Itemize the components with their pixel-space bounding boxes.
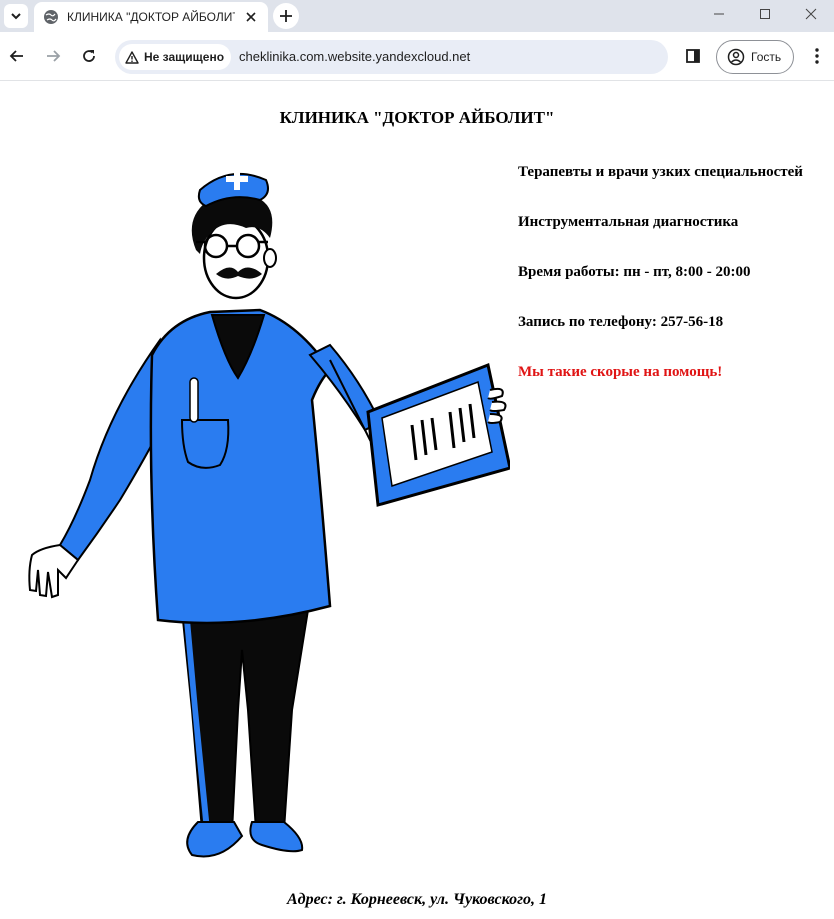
reload-button[interactable] [74,41,104,71]
close-icon [805,8,817,20]
security-indicator[interactable]: Не защищено [119,44,231,70]
plus-icon [280,10,292,22]
browser-toolbar: Не защищено cheklinika.com.website.yande… [0,32,834,81]
slogan: Мы такие скорые на помощь! [518,364,723,380]
doctor-illustration [28,168,510,858]
maximize-icon [760,9,770,19]
page-title: КЛИНИКА "ДОКТОР АЙБОЛИТ" [279,108,555,127]
back-button[interactable] [2,41,32,71]
profile-button[interactable]: Гость [716,40,794,74]
side-panel-icon [686,49,700,63]
info-specialists: Терапевты и врачи узких специальностей [518,164,803,180]
side-panel-button[interactable] [680,43,706,69]
tab-search-button[interactable] [4,4,28,28]
tab-title: КЛИНИКА "ДОКТОР АЙБОЛИТ" [67,10,235,24]
close-icon[interactable] [243,9,259,25]
profile-label: Гость [751,50,782,64]
url-text[interactable]: cheklinika.com.website.yandexcloud.net [239,49,470,64]
tab-strip: КЛИНИКА "ДОКТОР АЙБОЛИТ" [0,0,834,32]
warning-icon [125,50,139,64]
info-phone: Запись по телефону: 257-56-18 [518,314,724,330]
more-vertical-icon [815,48,819,64]
new-tab-button[interactable] [273,3,299,29]
forward-button[interactable] [38,41,68,71]
security-label: Не защищено [144,50,225,64]
maximize-button[interactable] [742,0,788,28]
address-bar[interactable]: Не защищено cheklinika.com.website.yande… [115,40,668,74]
address: Адрес: г. Корнеевск, ул. Чуковского, 1 [287,891,547,908]
minimize-button[interactable] [696,0,742,28]
chevron-down-icon [11,13,21,20]
arrow-left-icon [9,50,23,62]
info-working-hours: Время работы: пн - пт, 8:00 - 20:00 [518,264,751,280]
close-window-button[interactable] [788,0,834,28]
avatar-icon [727,48,745,66]
active-tab[interactable]: КЛИНИКА "ДОКТОР АЙБОЛИТ" [34,2,268,32]
info-diagnostics: Инструментальная диагностика [518,214,739,230]
globe-icon [44,10,58,24]
arrow-right-icon [47,50,61,62]
minimize-icon [714,13,724,15]
reload-icon [83,50,95,62]
menu-button[interactable] [804,43,830,69]
